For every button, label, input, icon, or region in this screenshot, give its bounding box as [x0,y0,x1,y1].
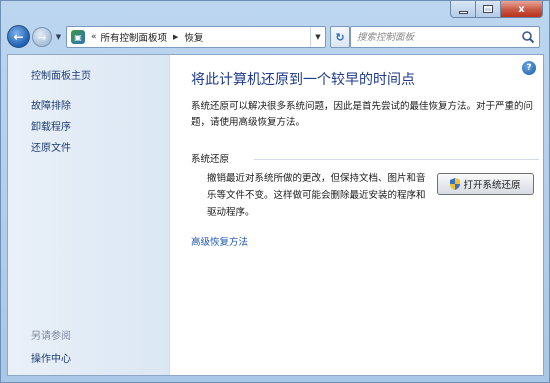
breadcrumb-separator-icon[interactable]: ▶ [173,33,178,41]
task-pane: 控制面板主页 故障排除 卸载程序 还原文件 另请参阅 操作中心 [8,55,170,375]
sidebar-link-uninstall-program[interactable]: 卸载程序 [31,118,71,133]
forward-button[interactable]: → [32,27,52,47]
search-box[interactable] [350,26,540,48]
help-button[interactable]: ? [522,61,536,75]
chevron-down-icon: ▼ [55,33,62,41]
section-divider [254,159,539,160]
address-dropdown-button[interactable]: ▼ [310,27,325,47]
refresh-icon: ↻ [335,30,345,44]
sidebar-link-restore-files[interactable]: 还原文件 [31,139,71,154]
minimize-icon [458,10,468,14]
breadcrumb-overflow[interactable]: « [91,32,97,42]
content-area: 控制面板主页 故障排除 卸载程序 还原文件 另请参阅 操作中心 ? 将此计算机还… [7,54,544,376]
see-also-heading: 另请参阅 [31,331,71,342]
address-bar[interactable]: ▣ « 所有控制面板项 ▶ 恢复 ▼ [66,26,326,48]
sidebar-link-control-panel-home[interactable]: 控制面板主页 [31,67,91,82]
uac-shield-icon [450,178,461,190]
minimize-button[interactable] [450,1,476,18]
system-restore-heading: 系统还原 [191,154,230,165]
control-panel-window: x ← → ▼ ▣ « 所有控制面板项 ▶ 恢复 ▼ ↻ 搜索控制面板 控制面板… [0,0,550,383]
chevron-down-icon: ▼ [315,33,321,41]
sidebar-link-troubleshooting[interactable]: 故障排除 [31,97,71,112]
system-restore-description: 撤销最近对系统所做的更改，但保持文档、图片和音乐等文件不变。这样做可能会删除最近… [207,173,426,218]
back-button[interactable]: ← [7,25,30,48]
back-arrow-icon: ← [13,29,24,44]
breadcrumb-recovery[interactable]: 恢复 [184,30,203,44]
open-system-restore-button[interactable]: 打开系统还原 [437,173,534,195]
navigation-bar: ← → ▼ ▣ « 所有控制面板项 ▶ 恢复 ▼ ↻ [7,25,543,49]
main-pane: ? 将此计算机还原到一个较早的时间点 系统还原可以解决很多系统问题，因此是首先尝… [170,55,543,375]
forward-arrow-icon: → [37,30,47,44]
page-title: 将此计算机还原到一个较早的时间点 [191,72,415,88]
maximize-icon [483,5,493,13]
refresh-button[interactable]: ↻ [330,26,350,48]
open-system-restore-label: 打开系统还原 [463,180,521,191]
maximize-button[interactable] [476,1,501,18]
search-icon[interactable] [521,30,535,44]
page-description: 系统还原可以解决很多系统问题，因此是首先尝试的最佳恢复方法。对于严重的问题，请使… [191,101,534,128]
recent-pages-dropdown[interactable]: ▼ [54,31,63,43]
close-button[interactable]: x [501,1,543,18]
help-icon: ? [526,63,532,73]
search-input[interactable] [357,31,517,43]
caption-buttons: x [450,1,543,18]
sidebar-link-action-center[interactable]: 操作中心 [31,350,71,365]
breadcrumb-all-items[interactable]: 所有控制面板项 [101,30,168,44]
control-panel-icon: ▣ [71,30,85,44]
advanced-recovery-link[interactable]: 高级恢复方法 [191,234,248,248]
close-icon: x [518,3,525,15]
